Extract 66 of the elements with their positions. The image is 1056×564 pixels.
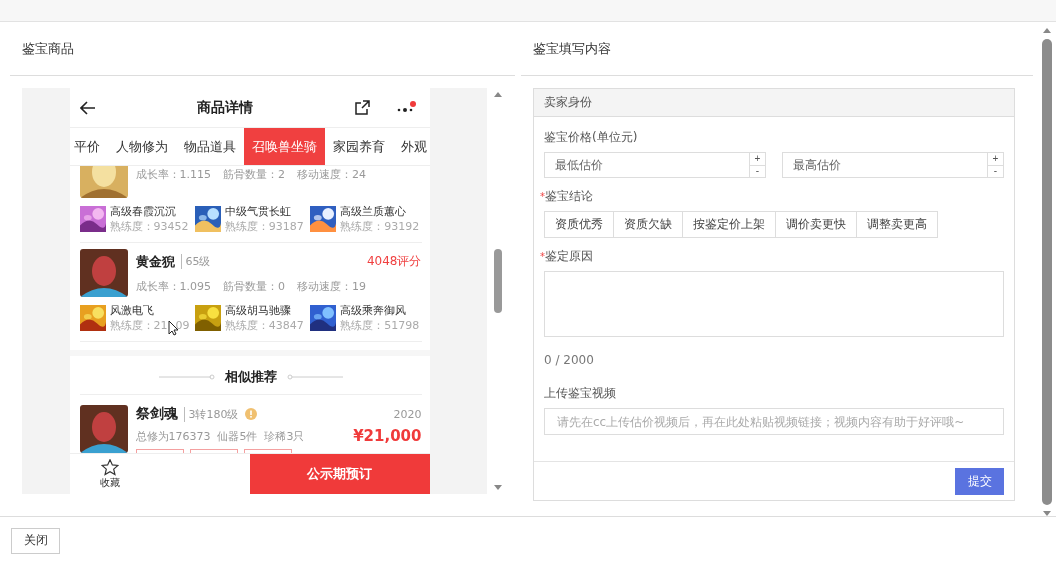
- section-title: 相似推荐: [224, 368, 277, 386]
- field-label: 上传鉴宝视频: [544, 385, 617, 402]
- pet-stat: 移动速度：19: [297, 278, 366, 294]
- number-field[interactable]: 最低估价 + -: [544, 152, 766, 178]
- order-button[interactable]: 公示期预订: [249, 454, 430, 494]
- reason-field[interactable]: [544, 271, 1004, 337]
- skill-proficiency: 熟练度：43847: [224, 318, 304, 333]
- item-summary: 总修为176373 仙器5件 珍稀3只: [135, 428, 305, 444]
- screen-title: 商品详情: [196, 98, 254, 117]
- back-icon[interactable]: [79, 100, 96, 115]
- video-link-field[interactable]: 请先在cc上传估价视频后，再在此处粘贴视频链接；视频内容有助于好评哦~: [544, 408, 1004, 435]
- skill-proficiency: 熟练度：93192: [340, 219, 420, 234]
- section-header: 卖家身份: [534, 89, 1014, 117]
- field-label: 鉴定原因: [545, 248, 593, 265]
- tab[interactable]: 人物修为: [107, 128, 176, 165]
- skill-proficiency: 熟练度：93187: [224, 219, 304, 234]
- pet-name: 黄金猊: [135, 252, 175, 271]
- skill-name: 高级乘奔御风: [340, 303, 408, 318]
- skill-proficiency: 熟练度：21: [109, 318, 168, 333]
- panel-title: 鉴宝填写内容: [521, 22, 1033, 76]
- item-name: 祭剑魂: [135, 405, 178, 423]
- share-icon[interactable]: [354, 100, 370, 115]
- tab[interactable]: 物品道具: [175, 128, 244, 165]
- info-icon: [244, 408, 257, 420]
- panel-title: 鉴宝商品: [10, 22, 515, 76]
- option-button[interactable]: 资质优秀: [544, 211, 614, 238]
- submit-button[interactable]: 提交: [955, 467, 1004, 495]
- tab[interactable]: 家园养育: [324, 128, 393, 165]
- skill-proficiency: 熟练度：51798: [340, 318, 420, 333]
- tab[interactable]: 平价: [69, 128, 108, 165]
- skill-name: 高级胡马驰骤: [224, 303, 292, 318]
- field-label: 鉴宝结论: [545, 188, 593, 205]
- tab[interactable]: 召唤兽坐骑: [243, 128, 325, 165]
- required-mark: *: [540, 251, 545, 262]
- skill-name: 中级气贯长虹: [224, 204, 292, 219]
- item-year: 2020: [393, 407, 422, 421]
- divider-ornament: [158, 374, 215, 380]
- pet-stat: 移动速度：24: [297, 166, 366, 182]
- option-button[interactable]: 调整卖更高: [856, 211, 938, 238]
- pet-stat: 成长率：1.095: [135, 278, 211, 294]
- pet-stat: 筋骨数量：0: [223, 278, 285, 294]
- number-field[interactable]: 最高估价 + -: [782, 152, 1004, 178]
- pet-stat: 成长率：1.115: [135, 166, 211, 182]
- scrollbar[interactable]: [1041, 28, 1053, 516]
- divider-ornament: [286, 374, 343, 380]
- required-mark: *: [540, 191, 545, 202]
- tab[interactable]: 外观: [392, 128, 430, 165]
- item-level: 3转180级: [183, 406, 239, 422]
- skill-proficiency: 09: [175, 319, 190, 332]
- more-icon[interactable]: [395, 100, 416, 115]
- star-icon[interactable]: [100, 458, 119, 476]
- option-button[interactable]: 调价卖更快: [775, 211, 857, 238]
- skill-name: 高级兰质蕙心: [340, 204, 408, 219]
- skill-name: 风激电飞: [109, 303, 155, 318]
- skill-proficiency: 熟练度：93452: [109, 219, 189, 234]
- pet-stat: 筋骨数量：2: [223, 166, 285, 182]
- pet-score: 4048评分: [366, 253, 422, 270]
- option-button[interactable]: 资质欠缺: [613, 211, 683, 238]
- option-button[interactable]: 按鉴定价上架: [682, 211, 776, 238]
- item-price: ¥21,000: [353, 427, 422, 445]
- favorite-label: 收藏: [99, 475, 120, 490]
- field-label: 鉴宝价格(单位元): [544, 129, 639, 146]
- char-counter: 0 / 2000: [544, 353, 595, 367]
- skill-name: 高级春霞沉沉: [109, 204, 177, 219]
- pet-level: 65级: [180, 254, 211, 269]
- close-button[interactable]: 关闭: [11, 527, 60, 554]
